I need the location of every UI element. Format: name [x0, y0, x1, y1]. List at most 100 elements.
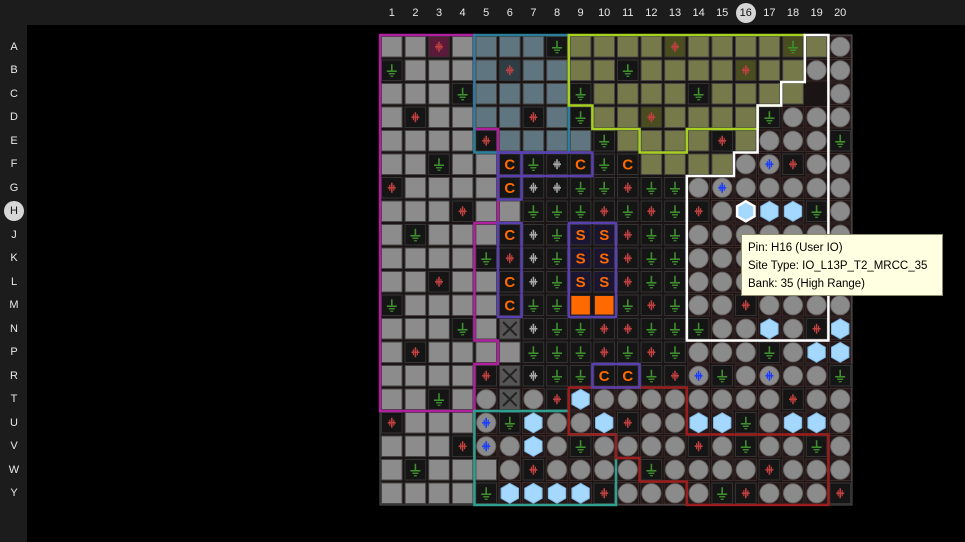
- pin-E13[interactable]: [664, 130, 686, 152]
- pin-L4[interactable]: [451, 271, 474, 293]
- pin-W17[interactable]: [758, 459, 781, 481]
- pin-E12[interactable]: [640, 130, 663, 152]
- pin-V13[interactable]: [663, 435, 687, 458]
- pin-H14[interactable]: [687, 200, 710, 222]
- pin-L15[interactable]: [710, 270, 734, 293]
- pin-G20[interactable]: [828, 176, 852, 199]
- pin-A5[interactable]: [475, 36, 497, 58]
- pin-W13[interactable]: [663, 458, 687, 481]
- pin-G17[interactable]: [758, 176, 781, 199]
- pin-A11[interactable]: [617, 36, 639, 58]
- pin-C8[interactable]: [546, 83, 568, 105]
- pin-K15[interactable]: [710, 247, 734, 270]
- pin-K9[interactable]: S: [569, 247, 592, 269]
- pin-B12[interactable]: [640, 59, 663, 81]
- pin-T7[interactable]: [522, 388, 545, 411]
- pin-F17[interactable]: [758, 153, 781, 176]
- pin-L8[interactable]: [546, 271, 568, 293]
- pin-A6[interactable]: [499, 36, 521, 58]
- pin-R6[interactable]: [499, 365, 521, 387]
- pin-U12[interactable]: [640, 411, 663, 434]
- pin-T20[interactable]: [828, 388, 852, 411]
- pin-Y6[interactable]: [498, 482, 522, 505]
- pin-N13[interactable]: [664, 318, 686, 340]
- pin-V14[interactable]: [687, 435, 710, 457]
- pin-N5[interactable]: [475, 318, 497, 340]
- pin-T12[interactable]: [640, 388, 663, 411]
- pin-R1[interactable]: [381, 365, 403, 387]
- pin-L3[interactable]: [428, 271, 450, 293]
- pin-V11[interactable]: [616, 435, 640, 458]
- pin-T14[interactable]: [687, 388, 710, 411]
- pin-P13[interactable]: [664, 341, 686, 363]
- pin-P12[interactable]: [640, 341, 663, 363]
- pin-B6[interactable]: [499, 59, 521, 81]
- pin-M20[interactable]: [828, 294, 852, 317]
- pin-E15[interactable]: [711, 130, 734, 152]
- pin-A10[interactable]: [593, 36, 616, 58]
- pin-C15[interactable]: [711, 83, 734, 105]
- pin-F1[interactable]: [381, 153, 403, 175]
- pin-N3[interactable]: [428, 318, 450, 340]
- pin-G19[interactable]: [805, 176, 828, 199]
- pin-G7[interactable]: [522, 177, 545, 199]
- pin-B13[interactable]: [664, 59, 686, 81]
- pin-E19[interactable]: [805, 129, 828, 152]
- pin-D18[interactable]: [781, 106, 805, 129]
- pin-G6[interactable]: C: [499, 177, 521, 199]
- pin-F8[interactable]: [546, 153, 568, 175]
- pin-Y3[interactable]: [428, 482, 450, 504]
- pin-M5[interactable]: [475, 294, 497, 316]
- pin-A1[interactable]: [381, 36, 403, 58]
- pin-L14[interactable]: [687, 270, 710, 293]
- pin-G4[interactable]: [451, 177, 474, 199]
- pin-E10[interactable]: [593, 130, 616, 152]
- pin-L7[interactable]: [522, 271, 545, 293]
- pin-W2[interactable]: [404, 459, 427, 481]
- pin-C7[interactable]: [522, 83, 545, 105]
- pin-K3[interactable]: [428, 247, 450, 269]
- pin-D1[interactable]: [381, 106, 403, 128]
- pin-N8[interactable]: [546, 318, 568, 340]
- pin-K14[interactable]: [687, 247, 710, 270]
- pin-J6[interactable]: C: [499, 224, 521, 246]
- pin-J7[interactable]: [522, 224, 545, 246]
- pin-T3[interactable]: [428, 388, 450, 410]
- pin-Y10[interactable]: [593, 482, 616, 504]
- pin-G10[interactable]: [593, 177, 616, 199]
- pin-Y1[interactable]: [381, 482, 403, 504]
- pin-F2[interactable]: [404, 153, 427, 175]
- pin-H5[interactable]: [475, 200, 497, 222]
- pin-W14[interactable]: [687, 458, 710, 481]
- pin-U19[interactable]: [805, 411, 828, 434]
- pin-G14[interactable]: [687, 176, 710, 199]
- pin-R4[interactable]: [451, 365, 474, 387]
- pin-Y9[interactable]: [569, 482, 592, 505]
- pin-J2[interactable]: [404, 224, 427, 246]
- pin-N11[interactable]: [617, 318, 639, 340]
- pin-T2[interactable]: [404, 388, 427, 410]
- pin-T8[interactable]: [546, 388, 568, 410]
- pin-B3[interactable]: [428, 59, 450, 81]
- pin-M2[interactable]: [404, 294, 427, 316]
- pin-C9[interactable]: [569, 83, 592, 105]
- pin-C13[interactable]: [664, 83, 686, 105]
- pin-Y11[interactable]: [616, 482, 640, 505]
- pin-J4[interactable]: [451, 224, 474, 246]
- pin-M1[interactable]: [381, 294, 403, 316]
- pin-V2[interactable]: [404, 435, 427, 457]
- pin-R19[interactable]: [805, 364, 828, 387]
- pin-T13[interactable]: [663, 388, 687, 411]
- pin-A16[interactable]: [735, 36, 757, 58]
- pin-P15[interactable]: [710, 341, 734, 364]
- pin-T10[interactable]: [592, 388, 616, 411]
- pin-N9[interactable]: [569, 318, 592, 340]
- pin-V10[interactable]: [592, 435, 616, 458]
- pin-M17[interactable]: [758, 294, 781, 317]
- pin-M13[interactable]: [664, 294, 686, 316]
- pin-J5[interactable]: [475, 224, 497, 246]
- pin-G11[interactable]: [617, 177, 639, 199]
- pin-F20[interactable]: [828, 153, 852, 176]
- pin-Y19[interactable]: [805, 482, 828, 505]
- pin-H11[interactable]: [617, 200, 639, 222]
